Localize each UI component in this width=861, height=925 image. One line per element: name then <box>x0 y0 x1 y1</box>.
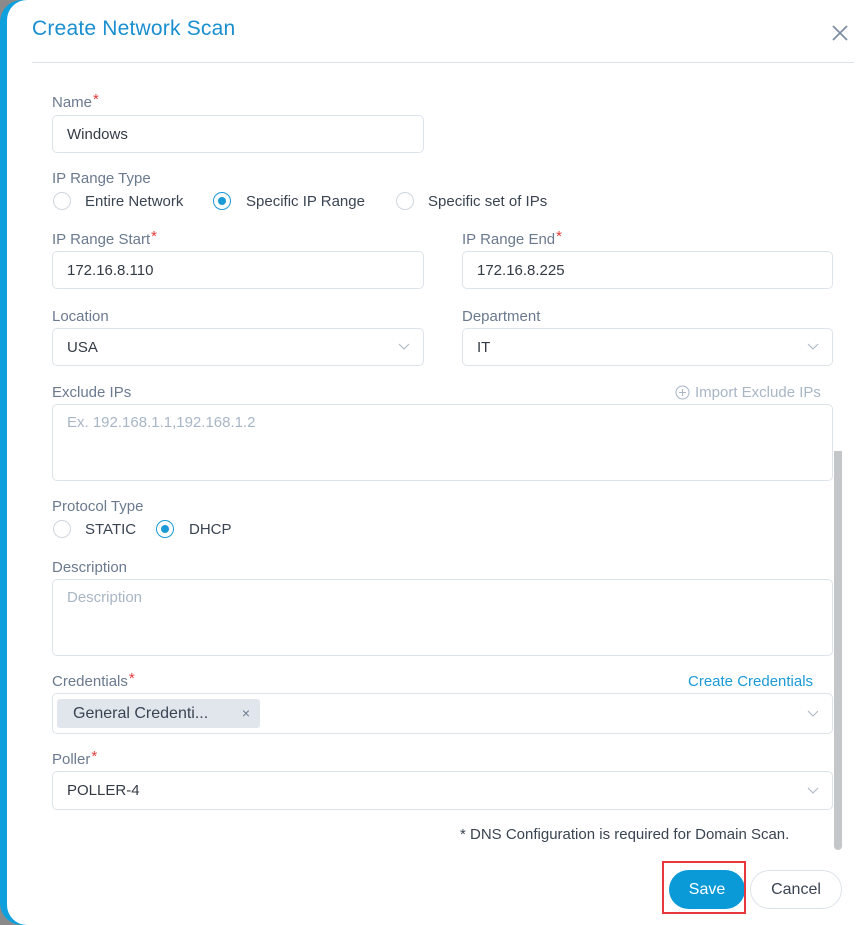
radio-specific-ip-range[interactable] <box>213 192 231 210</box>
ip-range-type-label: IP Range Type <box>52 170 151 187</box>
ip-range-start-label: IP Range Start* <box>52 228 157 248</box>
radio-entire-network[interactable] <box>53 192 71 210</box>
radio-specific-set-of-ips[interactable] <box>396 192 414 210</box>
location-select[interactable]: USA <box>52 328 424 366</box>
scrollbar[interactable] <box>834 451 842 850</box>
protocol-type-label: Protocol Type <box>52 498 144 515</box>
create-network-scan-dialog: Create Network Scan Name* Windows IP Ran… <box>7 0 861 925</box>
poller-value: POLLER-4 <box>67 782 140 799</box>
ip-range-start-value: 172.16.8.110 <box>67 261 154 279</box>
exclude-ips-label: Exclude IPs <box>52 384 132 401</box>
credentials-label: Credentials* <box>52 670 135 690</box>
header-divider <box>32 62 854 63</box>
description-placeholder: Description <box>67 589 143 606</box>
dialog-title: Create Network Scan <box>32 17 236 40</box>
radio-dhcp-label[interactable]: DHCP <box>189 521 232 538</box>
tag-remove-icon[interactable]: × <box>242 705 250 721</box>
ip-range-end-input[interactable]: 172.16.8.225 <box>462 251 833 289</box>
required-marker: * <box>128 670 135 687</box>
credential-tag: General Credenti... × <box>57 699 260 728</box>
chevron-down-icon <box>807 710 819 717</box>
name-label: Name* <box>52 91 99 111</box>
credential-tag-label: General Credenti... <box>73 704 209 722</box>
credentials-multiselect[interactable]: General Credenti... × <box>52 693 833 734</box>
description-label: Description <box>52 559 128 576</box>
required-marker: * <box>91 748 98 765</box>
radio-dhcp[interactable] <box>156 520 174 538</box>
ip-range-end-value: 172.16.8.225 <box>477 261 565 279</box>
poller-select[interactable]: POLLER-4 <box>52 771 833 810</box>
department-label: Department <box>462 308 541 325</box>
required-marker: * <box>151 228 157 245</box>
dns-note: * DNS Configuration is required for Doma… <box>460 826 790 843</box>
exclude-ips-textarea[interactable]: Ex. 192.168.1.1,192.168.1.2 <box>52 404 833 481</box>
chevron-down-icon <box>807 787 819 794</box>
save-button[interactable]: Save <box>669 870 745 909</box>
modal-frame: Create Network Scan Name* Windows IP Ran… <box>0 0 861 925</box>
radio-entire-network-label[interactable]: Entire Network <box>85 193 183 210</box>
ip-range-start-input[interactable]: 172.16.8.110 <box>52 251 424 289</box>
location-value: USA <box>67 338 98 356</box>
poller-label: Poller* <box>52 748 98 768</box>
department-select[interactable]: IT <box>462 328 833 366</box>
radio-specific-ip-range-label[interactable]: Specific IP Range <box>246 193 365 210</box>
description-textarea[interactable]: Description <box>52 579 833 656</box>
department-value: IT <box>477 338 491 356</box>
import-exclude-ips-link[interactable]: Import Exclude IPs <box>675 384 821 401</box>
required-marker: * <box>556 228 562 245</box>
required-marker: * <box>93 91 99 108</box>
radio-static[interactable] <box>53 520 71 538</box>
ip-range-end-label: IP Range End* <box>462 228 562 248</box>
radio-static-label[interactable]: STATIC <box>85 521 136 538</box>
cancel-button[interactable]: Cancel <box>750 870 842 909</box>
radio-specific-set-of-ips-label[interactable]: Specific set of IPs <box>428 193 547 210</box>
name-value: Windows <box>67 125 128 143</box>
chevron-down-icon <box>398 343 410 350</box>
create-credentials-link[interactable]: Create Credentials <box>688 673 813 690</box>
close-icon[interactable] <box>829 22 851 44</box>
location-label: Location <box>52 308 109 325</box>
chevron-down-icon <box>807 343 819 350</box>
name-input[interactable]: Windows <box>52 115 424 153</box>
plus-circle-icon <box>675 385 690 400</box>
exclude-ips-placeholder: Ex. 192.168.1.1,192.168.1.2 <box>67 414 256 431</box>
